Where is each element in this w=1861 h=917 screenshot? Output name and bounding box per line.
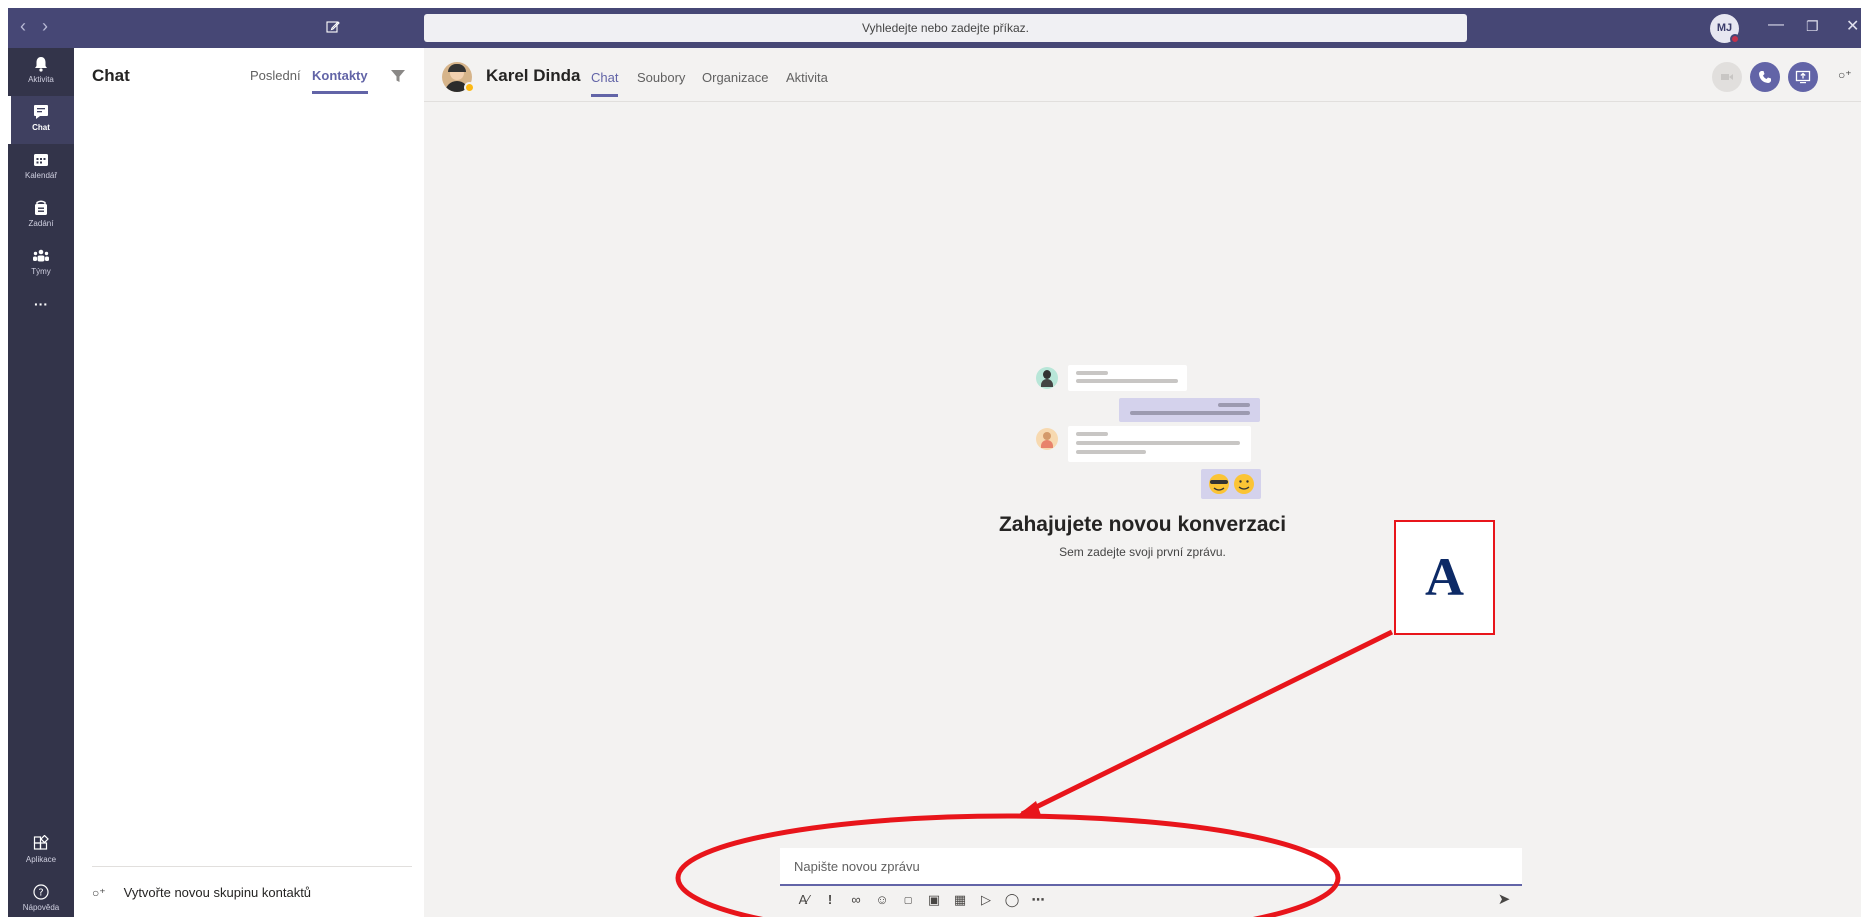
rail-label: Chat	[32, 123, 50, 132]
rail-label: Aplikace	[25, 855, 57, 864]
rail-item-assignments[interactable]: Zadání	[8, 192, 74, 240]
chat-list-panel: Chat Poslední Kontakty ○⁺ Vytvořte novou…	[74, 48, 424, 917]
praise-icon[interactable]: ◯	[1002, 890, 1022, 910]
tab-contacts[interactable]: Kontakty	[312, 68, 368, 94]
add-people-icon[interactable]: ○⁺	[1838, 68, 1852, 82]
video-call-button[interactable]	[1712, 62, 1742, 92]
svg-text:?: ?	[38, 888, 43, 899]
screen-share-icon	[1795, 70, 1811, 84]
share-screen-button[interactable]	[1788, 62, 1818, 92]
video-camera-icon	[1721, 74, 1733, 80]
emoji-bubble	[1201, 469, 1261, 499]
more-options-icon[interactable]: ⋯	[1028, 890, 1048, 910]
empty-state-subtitle: Sem zadejte svoji první zprávu.	[1059, 545, 1226, 559]
contact-name[interactable]: Karel Dinda	[486, 66, 580, 86]
rail-label: Zadání	[28, 219, 54, 228]
tab-chat[interactable]: Chat	[591, 70, 619, 97]
conversation-pane: Karel Dinda Chat Soubory Organizace Akti…	[424, 48, 1861, 917]
rail-item-calendar[interactable]: Kalendář	[8, 144, 74, 192]
new-chat-compose-icon[interactable]	[326, 20, 340, 34]
teams-icon	[33, 249, 49, 262]
message-bubble	[1068, 426, 1251, 462]
conversation-header: Karel Dinda Chat Soubory Organizace Akti…	[424, 48, 1861, 102]
apps-icon	[33, 835, 49, 850]
important-icon[interactable]: !	[820, 890, 840, 910]
person-avatar-icon	[1036, 367, 1058, 389]
user-avatar[interactable]: MJ	[1710, 14, 1740, 44]
more-icon: ···	[34, 296, 48, 312]
calendar-icon	[34, 154, 48, 166]
format-icon[interactable]: A⁄	[794, 890, 814, 910]
create-contact-group-link[interactable]: ○⁺ Vytvořte novou skupinu kontaktů	[92, 866, 412, 900]
rail-label: Týmy	[31, 267, 51, 276]
bell-icon	[35, 57, 47, 72]
sticker-icon[interactable]: ▣	[924, 890, 944, 910]
person-avatar-icon	[1036, 428, 1058, 450]
schedule-meeting-icon[interactable]: ▦	[950, 890, 970, 910]
audio-call-button[interactable]	[1750, 62, 1780, 92]
stream-icon[interactable]: ▷	[976, 890, 996, 910]
message-bubble-self	[1119, 398, 1260, 422]
rail-label: Kalendář	[24, 171, 58, 180]
rail-item-teams[interactable]: Týmy	[8, 240, 74, 288]
compose-box[interactable]	[780, 848, 1522, 886]
rail-item-apps[interactable]: Aplikace	[8, 828, 74, 876]
attach-icon[interactable]: ∞	[846, 890, 866, 910]
tab-activity[interactable]: Aktivita	[786, 70, 828, 85]
emoji-icon	[1209, 474, 1254, 494]
teams-window: ‹ › Vyhledejte nebo zadejte příkaz. MJ —…	[0, 0, 1861, 917]
presence-away-icon	[464, 82, 475, 93]
close-button[interactable]: ✕	[1846, 16, 1859, 36]
rail-item-chat[interactable]: Chat	[8, 96, 74, 144]
compose-toolbar: A⁄ ! ∞ ☺ ▢ ▣ ▦ ▷ ◯ ⋯ ➤	[780, 890, 1522, 914]
panel-title: Chat	[92, 66, 130, 85]
add-group-icon: ○⁺	[92, 886, 106, 900]
annotation-label-box: A	[1394, 520, 1495, 635]
filter-icon[interactable]	[390, 68, 406, 84]
user-initials: MJ	[1716, 22, 1733, 34]
chat-icon	[34, 105, 48, 119]
rail-item-help[interactable]: ? Nápověda	[8, 876, 74, 917]
presence-busy-icon	[1730, 34, 1740, 44]
rail-label: Aktivita	[28, 75, 54, 84]
empty-state-title: Zahajujete novou konverzaci	[998, 513, 1287, 536]
assignments-icon	[35, 200, 47, 215]
tab-files[interactable]: Soubory	[637, 70, 685, 85]
create-group-label: Vytvořte novou skupinu kontaktů	[123, 885, 312, 900]
tab-recent[interactable]: Poslední	[250, 68, 301, 83]
annotation-label: A	[1425, 547, 1464, 607]
rail-item-activity[interactable]: Aktivita	[8, 48, 74, 96]
gif-icon[interactable]: ▢	[898, 890, 918, 910]
forward-icon[interactable]: ›	[42, 16, 48, 37]
tab-organization[interactable]: Organizace	[702, 70, 768, 85]
app-rail: Aktivita Chat Kalendář Zadání Týmy ··· A…	[8, 48, 74, 917]
help-icon: ?	[33, 884, 49, 900]
message-input[interactable]	[794, 848, 1504, 884]
back-icon[interactable]: ‹	[20, 16, 26, 37]
phone-icon	[1759, 71, 1771, 83]
minimize-button[interactable]: —	[1768, 16, 1784, 34]
title-bar: ‹ › Vyhledejte nebo zadejte příkaz. MJ —…	[8, 8, 1861, 48]
send-icon[interactable]: ➤	[1494, 890, 1514, 910]
rail-label: Nápověda	[22, 903, 60, 912]
search-command-box[interactable]: Vyhledejte nebo zadejte příkaz.	[424, 14, 1467, 42]
message-bubble	[1068, 365, 1187, 391]
emoji-picker-icon[interactable]: ☺	[872, 890, 892, 910]
maximize-button[interactable]: ❐	[1806, 18, 1819, 35]
rail-item-more[interactable]: ···	[8, 294, 74, 324]
